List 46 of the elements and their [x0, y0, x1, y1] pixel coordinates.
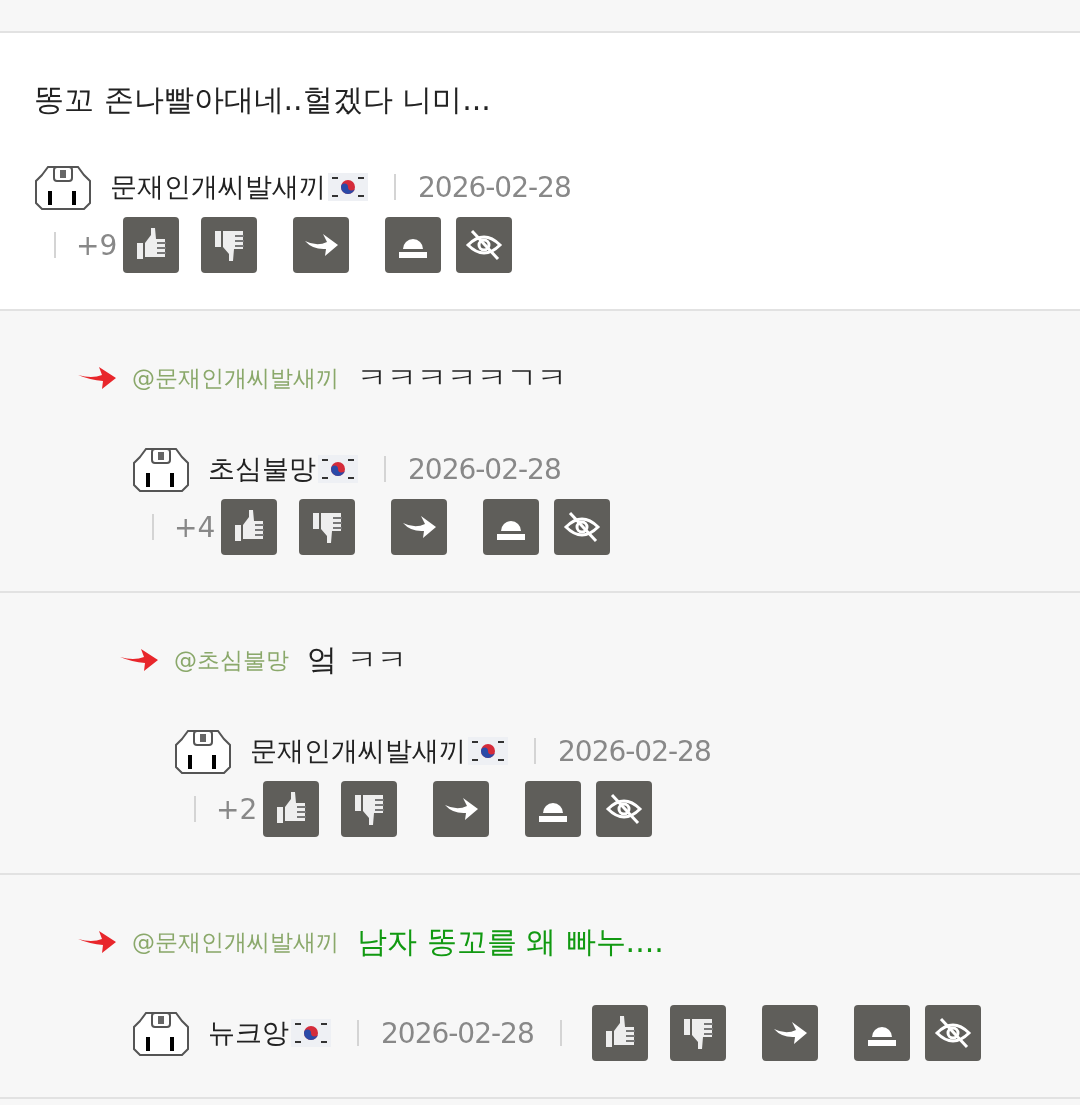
flag-icon [468, 737, 508, 765]
comment-text: ㅋㅋㅋㅋㅋㄱㅋ [357, 358, 567, 397]
comment-date: 2026-02-28 [558, 734, 711, 768]
reply-arrow-icon [78, 930, 116, 954]
flag-icon [318, 455, 358, 483]
dislike-button[interactable] [669, 1005, 726, 1061]
share-button[interactable] [761, 1005, 818, 1061]
author-name[interactable]: 문재인개씨발새끼 [110, 169, 326, 205]
report-button[interactable] [483, 499, 540, 555]
vote-score: +2 [216, 792, 258, 826]
share-button[interactable] [293, 217, 350, 273]
author-name[interactable]: 뉴크앙 [208, 1015, 289, 1051]
report-button[interactable] [853, 1005, 910, 1061]
like-button[interactable] [123, 217, 180, 273]
author-name[interactable]: 문재인개씨발새끼 [250, 733, 466, 769]
comment-date: 2026-02-28 [408, 452, 561, 486]
comment-date: 2026-02-28 [418, 170, 571, 204]
share-button[interactable] [391, 499, 448, 555]
comment-date: 2026-02-28 [381, 1016, 534, 1050]
avatar-icon [174, 727, 232, 775]
dislike-button[interactable] [341, 781, 398, 837]
author-name[interactable]: 초심불망 [208, 451, 316, 487]
avatar-icon [132, 445, 190, 493]
avatar-icon [132, 1009, 190, 1057]
hide-button[interactable] [924, 1005, 981, 1061]
comment-text: 엌 ㅋㅋ [307, 640, 407, 679]
dislike-button[interactable] [299, 499, 356, 555]
like-button[interactable] [263, 781, 320, 837]
dislike-button[interactable] [201, 217, 258, 273]
hide-button[interactable] [554, 499, 611, 555]
hide-button[interactable] [456, 217, 513, 273]
share-button[interactable] [433, 781, 490, 837]
report-button[interactable] [385, 217, 442, 273]
like-button[interactable] [591, 1005, 648, 1061]
comment-text: 똥꼬 존나빨아대네..헐겠다 니미... [34, 80, 491, 119]
flag-icon [328, 173, 368, 201]
reply-arrow-icon [78, 366, 116, 390]
comment-text: 남자 똥꼬를 왜 빠누.... [357, 922, 664, 961]
report-button[interactable] [525, 781, 582, 837]
vote-score: +4 [174, 510, 216, 544]
avatar-icon [34, 163, 92, 211]
vote-score: +9 [76, 228, 118, 262]
like-button[interactable] [221, 499, 278, 555]
flag-icon [291, 1019, 331, 1047]
hide-button[interactable] [596, 781, 653, 837]
reply-arrow-icon [120, 648, 158, 672]
